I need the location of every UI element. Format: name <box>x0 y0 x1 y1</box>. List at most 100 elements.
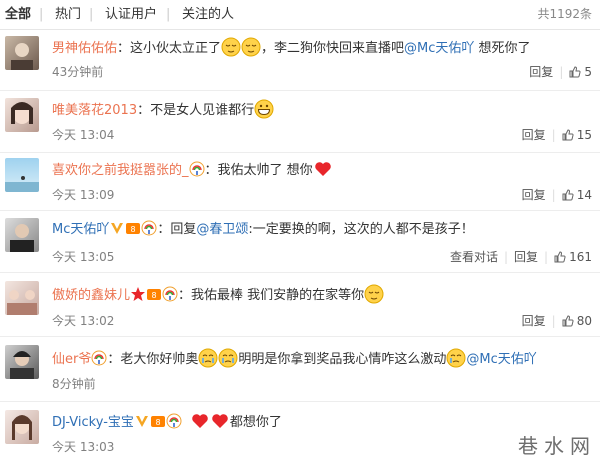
tab-all[interactable]: 全部 <box>5 0 31 29</box>
rainbow-badge-icon <box>189 161 205 177</box>
tab-divider: | <box>89 7 94 22</box>
comment-time: 今天 13:02 <box>52 314 115 328</box>
comment-username[interactable]: Mc天佑吖 <box>52 222 109 237</box>
comment-text: 想死你了 <box>474 41 531 56</box>
mention-link[interactable]: @Mc天佑吖 <box>466 352 536 367</box>
avatar[interactable] <box>5 98 39 132</box>
svg-text:8: 8 <box>155 418 160 427</box>
avatar[interactable] <box>5 345 39 379</box>
like-button[interactable]: 15 <box>562 127 592 143</box>
comment-text: 都想你了 <box>229 415 282 430</box>
rainbow-badge-icon <box>91 350 107 366</box>
reply-button[interactable]: 回复 <box>522 127 546 143</box>
comment-text: ：不是女人见谁都行 <box>137 103 255 118</box>
tearful-emoji-icon <box>218 348 238 368</box>
rainbow-badge-icon <box>166 413 182 429</box>
comment-username[interactable]: 傲娇的鑫妹儿 <box>52 288 130 303</box>
comment-time: 今天 13:04 <box>52 128 115 142</box>
heart-icon <box>314 162 331 176</box>
comment-body: Mc天佑吖 8 ：回复@春卫颂:一定要换的啊，这次的人都不是孩子！ <box>52 220 474 239</box>
comment-item: 唯美落花2013：不是女人见谁都行 今天 13:04 回复 | 15 <box>0 90 600 153</box>
comment-time: 8分钟前 <box>52 377 96 391</box>
like-button[interactable]: 5 <box>569 64 592 80</box>
comment-username[interactable]: 唯美落花2013 <box>52 103 137 118</box>
comment-username[interactable]: 喜欢你之前我挺嚣张的_ <box>52 163 189 178</box>
comment-body: 喜欢你之前我挺嚣张的_ ：我佑太帅了 想你 <box>52 159 333 180</box>
relieved-emoji-icon <box>241 37 261 57</box>
relieved-emoji-icon <box>364 284 384 304</box>
comment-item: DJ-Vicky-宝宝 8 都想你了 今天 13:03 <box>0 401 600 461</box>
like-count: 80 <box>576 314 592 328</box>
tab-divider: | <box>39 7 44 22</box>
comment-text: ：老大你好帅奥 <box>107 352 199 367</box>
like-button[interactable]: 14 <box>562 187 592 203</box>
avatar[interactable] <box>5 36 39 70</box>
rainbow-badge-icon <box>162 286 178 302</box>
like-button[interactable]: 161 <box>554 249 592 265</box>
comment-body: 唯美落花2013：不是女人见谁都行 <box>52 99 274 120</box>
like-button[interactable]: 80 <box>562 313 592 329</box>
tab-divider: | <box>166 7 171 22</box>
thumbs-up-icon <box>562 129 574 141</box>
thumbs-up-icon <box>554 251 566 263</box>
mention-link[interactable]: @Mc天佑吖 <box>404 41 474 56</box>
comment-username[interactable]: 男神佑佑佑 <box>52 41 117 56</box>
comment-body: 男神佑佑佑：这小伙太立正了 ，李二狗你快回来直播吧@Mc天佑吖 想死你了 <box>52 37 531 58</box>
comment-item: 男神佑佑佑：这小伙太立正了 ，李二狗你快回来直播吧@Mc天佑吖 想死你了 43分钟… <box>0 30 600 91</box>
member-badge-icon: 8 <box>147 289 162 300</box>
tab-verified[interactable]: 认证用户 <box>105 0 157 29</box>
comment-text: ：回复 <box>157 222 197 237</box>
comment-time: 今天 13:03 <box>52 440 115 454</box>
comment-text: :一定要换的啊，这次的人都不是孩子！ <box>248 222 474 237</box>
avatar[interactable] <box>5 410 39 444</box>
avatar[interactable] <box>5 158 39 192</box>
comment-item: Mc天佑吖 8 ：回复@春卫颂:一定要换的啊，这次的人都不是孩子！ 今天 13:05… <box>0 210 600 273</box>
relieved-emoji-icon <box>221 37 241 57</box>
view-conversation-link[interactable]: 查看对话 <box>450 249 498 265</box>
heart-icon <box>212 414 228 428</box>
comment-text: ，李二狗你快回来直播吧 <box>261 41 405 56</box>
comment-time: 今天 13:05 <box>52 250 115 264</box>
verified-v-icon <box>135 416 148 427</box>
tearful-emoji-icon <box>446 348 466 368</box>
mention-link[interactable]: @春卫颂 <box>196 222 248 237</box>
like-count: 5 <box>584 65 592 79</box>
comment-actions: 回复 | 14 <box>521 187 592 203</box>
reply-button[interactable]: 回复 <box>514 249 538 265</box>
tab-following[interactable]: 关注的人 <box>182 0 234 29</box>
svg-text:8: 8 <box>151 291 156 300</box>
watermark-logo: 巷水网 <box>518 434 596 458</box>
heart-icon <box>192 414 208 428</box>
reply-button[interactable]: 回复 <box>522 187 546 203</box>
filter-tabs: 全部 | 热门 | 认证用户 | 关注的人 共1192条 <box>0 0 600 30</box>
comment-count: 共1192条 <box>537 7 592 21</box>
verified-v-icon <box>111 223 124 234</box>
comment-actions: 回复 | 80 <box>521 313 592 329</box>
member-badge-icon: 8 <box>150 416 165 427</box>
comment-body: 仙er爷 ：老大你好帅奥 明明是你拿到奖品我心情咋这么激动 @Mc天佑吖 <box>52 348 537 369</box>
tab-hot[interactable]: 热门 <box>55 0 81 29</box>
comment-item: 傲娇的鑫妹儿 8 ：我佑最棒 我们安静的在家等你 今天 13:02 回复 | 80 <box>0 272 600 337</box>
like-count: 15 <box>576 128 592 142</box>
reply-button[interactable]: 回复 <box>522 313 546 329</box>
comment-username[interactable]: DJ-Vicky-宝宝 <box>52 415 134 430</box>
comment-item: 仙er爷 ：老大你好帅奥 明明是你拿到奖品我心情咋这么激动 @Mc天佑吖 8分钟前 <box>0 336 600 402</box>
avatar[interactable] <box>5 281 39 315</box>
thumbs-up-icon <box>569 66 581 78</box>
rainbow-badge-icon <box>141 220 157 236</box>
thumbs-up-icon <box>562 189 574 201</box>
star-badge-icon <box>131 287 146 301</box>
like-count: 161 <box>569 250 592 264</box>
comment-username[interactable]: 仙er爷 <box>52 352 91 367</box>
comment-text: ：我佑太帅了 想你 <box>204 163 313 178</box>
reply-button[interactable]: 回复 <box>529 64 553 80</box>
comment-body: DJ-Vicky-宝宝 8 都想你了 <box>52 411 282 432</box>
avatar[interactable] <box>5 218 39 252</box>
comment-text: 明明是你拿到奖品我心情咋这么激动 <box>238 352 447 367</box>
like-count: 14 <box>576 188 592 202</box>
thumbs-up-icon <box>562 315 574 327</box>
comment-text: ：我佑最棒 我们安静的在家等你 <box>178 288 365 303</box>
member-badge-icon: 8 <box>126 223 141 234</box>
comment-text: ：这小伙太立正了 <box>117 41 222 56</box>
comment-item: 喜欢你之前我挺嚣张的_ ：我佑太帅了 想你 今天 13:09 回复 | 14 <box>0 152 600 211</box>
